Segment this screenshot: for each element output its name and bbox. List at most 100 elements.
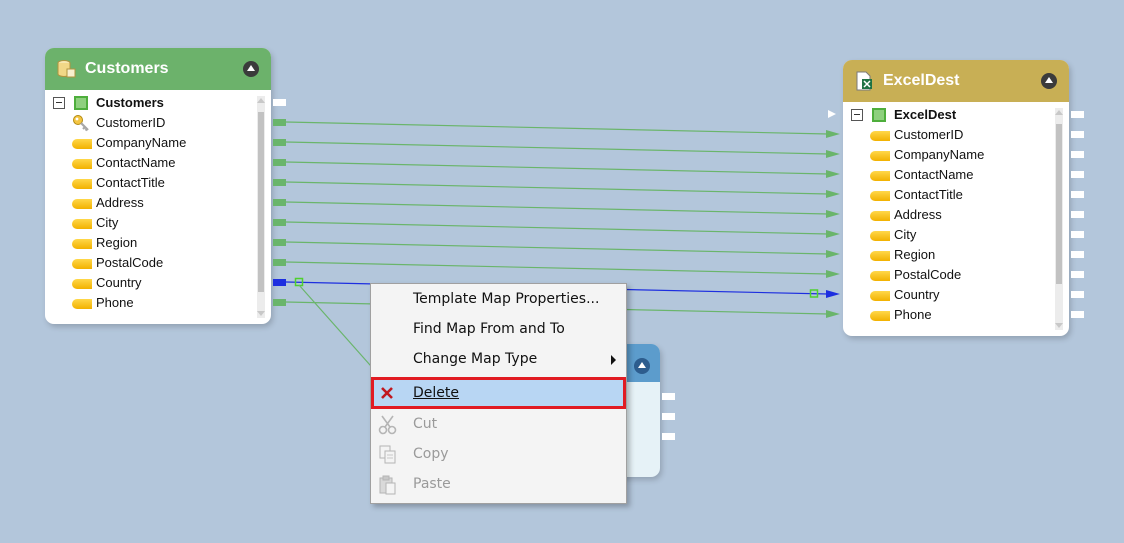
scroll-down-icon[interactable] xyxy=(257,311,265,316)
source-port[interactable] xyxy=(273,239,286,246)
source-port[interactable] xyxy=(273,179,286,186)
target-node-exceldest[interactable]: ExcelDest ExcelDest CustomerID CompanyNa… xyxy=(843,60,1069,336)
menu-item-delete[interactable]: Delete xyxy=(371,377,626,409)
scroll-up-icon[interactable] xyxy=(1055,110,1063,115)
target-field-row[interactable]: CustomerID xyxy=(843,125,1069,145)
collapse-icon[interactable] xyxy=(243,61,259,77)
menu-item-label: Delete xyxy=(413,385,459,401)
source-root-row[interactable]: Customers xyxy=(45,93,271,113)
target-input-arrow-icon xyxy=(828,110,836,118)
collapse-tree-icon[interactable] xyxy=(53,97,65,109)
hidden-node-port[interactable] xyxy=(662,393,675,400)
target-field-row[interactable]: PostalCode xyxy=(843,265,1069,285)
source-field-row[interactable]: PostalCode xyxy=(45,253,271,273)
source-field-row[interactable]: Phone xyxy=(45,293,271,313)
field-icon xyxy=(870,291,890,301)
scroll-down-icon[interactable] xyxy=(1055,323,1063,328)
target-port[interactable] xyxy=(1071,171,1084,178)
target-field-row[interactable]: ContactTitle xyxy=(843,185,1069,205)
scroll-thumb[interactable] xyxy=(1056,124,1062,284)
source-port[interactable] xyxy=(273,119,286,126)
target-field-row[interactable]: City xyxy=(843,225,1069,245)
collapse-icon[interactable] xyxy=(1041,73,1057,89)
delete-x-icon xyxy=(381,387,393,399)
target-field-row[interactable]: CompanyName xyxy=(843,145,1069,165)
hidden-node-port[interactable] xyxy=(662,433,675,440)
source-port-root[interactable] xyxy=(273,99,286,106)
menu-item-find-map[interactable]: Find Map From and To xyxy=(371,316,626,344)
mapping-link[interactable] xyxy=(285,161,829,175)
field-icon xyxy=(870,271,890,281)
target-field-row[interactable]: Region xyxy=(843,245,1069,265)
source-port-selected[interactable] xyxy=(273,279,286,286)
mapping-link[interactable] xyxy=(285,141,829,155)
field-icon xyxy=(870,151,890,161)
excel-file-icon xyxy=(856,71,872,91)
mapping-canvas[interactable]: Customers Customers CustomerID CompanyNa… xyxy=(0,0,1124,543)
menu-item-label: Cut xyxy=(413,416,438,432)
collapse-icon[interactable] xyxy=(634,358,650,374)
mapping-link[interactable] xyxy=(285,221,829,235)
collapse-tree-icon[interactable] xyxy=(851,109,863,121)
source-node-title: Customers xyxy=(85,60,169,77)
source-port[interactable] xyxy=(273,299,286,306)
source-field-row[interactable]: Address xyxy=(45,193,271,213)
source-port[interactable] xyxy=(273,219,286,226)
source-field-row[interactable]: ContactTitle xyxy=(45,173,271,193)
source-node-customers[interactable]: Customers Customers CustomerID CompanyNa… xyxy=(45,48,271,324)
target-field-row[interactable]: ContactName xyxy=(843,165,1069,185)
target-port[interactable] xyxy=(1071,131,1084,138)
menu-item-label: Change Map Type xyxy=(413,351,538,367)
mapping-link[interactable] xyxy=(285,181,829,195)
source-port[interactable] xyxy=(273,199,286,206)
scissors-icon xyxy=(378,415,397,435)
source-port[interactable] xyxy=(273,159,286,166)
target-port[interactable] xyxy=(1071,211,1084,218)
source-port[interactable] xyxy=(273,259,286,266)
link-arrowhead xyxy=(826,170,840,178)
source-field-row[interactable]: Region xyxy=(45,233,271,253)
target-port[interactable] xyxy=(1071,111,1084,118)
menu-item-paste[interactable]: Paste xyxy=(371,471,626,499)
target-port[interactable] xyxy=(1071,151,1084,158)
source-field-row[interactable]: CompanyName xyxy=(45,133,271,153)
mapping-link[interactable] xyxy=(285,241,829,255)
target-field-row[interactable]: Address xyxy=(843,205,1069,225)
target-port[interactable] xyxy=(1071,311,1084,318)
scroll-up-icon[interactable] xyxy=(257,98,265,103)
source-field-row[interactable]: City xyxy=(45,213,271,233)
field-label: Address xyxy=(96,195,144,210)
table-icon xyxy=(872,108,886,122)
mapping-link[interactable] xyxy=(285,261,829,275)
menu-item-cut[interactable]: Cut xyxy=(371,411,626,439)
field-label: Phone xyxy=(894,307,932,322)
mapping-link[interactable] xyxy=(298,284,379,375)
target-port[interactable] xyxy=(1071,291,1084,298)
target-root-row[interactable]: ExcelDest xyxy=(843,105,1069,125)
target-port[interactable] xyxy=(1071,271,1084,278)
mapping-link[interactable] xyxy=(285,201,829,215)
menu-item-template-map-properties[interactable]: Template Map Properties... xyxy=(371,286,626,314)
source-node-header[interactable]: Customers xyxy=(45,48,271,90)
scroll-thumb[interactable] xyxy=(258,112,264,292)
target-field-row[interactable]: Country xyxy=(843,285,1069,305)
source-field-row[interactable]: Country xyxy=(45,273,271,293)
target-port[interactable] xyxy=(1071,251,1084,258)
field-label: ContactName xyxy=(894,167,974,182)
hidden-node-port[interactable] xyxy=(662,413,675,420)
menu-item-change-map-type[interactable]: Change Map Type xyxy=(371,346,626,374)
target-scrollbar[interactable] xyxy=(1055,108,1063,330)
source-scrollbar[interactable] xyxy=(257,96,265,318)
target-node-header[interactable]: ExcelDest xyxy=(843,60,1069,102)
target-port[interactable] xyxy=(1071,231,1084,238)
target-field-row[interactable]: Phone xyxy=(843,305,1069,325)
target-port[interactable] xyxy=(1071,191,1084,198)
source-field-row[interactable]: ContactName xyxy=(45,153,271,173)
source-field-row[interactable]: CustomerID xyxy=(45,113,271,133)
field-icon xyxy=(870,191,890,201)
source-port[interactable] xyxy=(273,139,286,146)
field-icon xyxy=(72,159,92,169)
mapping-link[interactable] xyxy=(285,121,829,135)
link-arrowhead xyxy=(826,270,840,278)
menu-item-copy[interactable]: Copy xyxy=(371,441,626,469)
